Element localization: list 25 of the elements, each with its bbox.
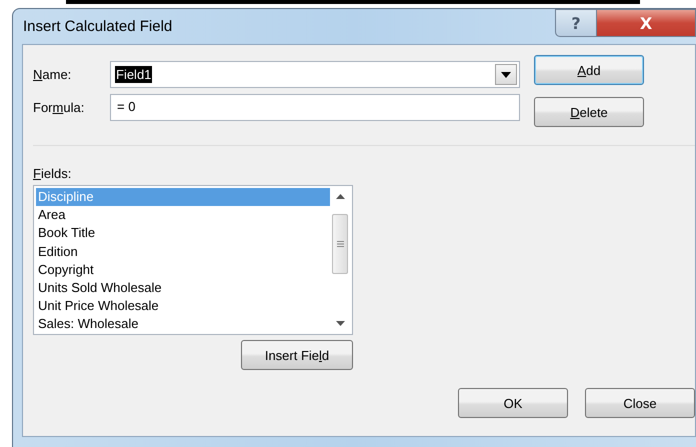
scroll-down-icon[interactable] <box>336 321 344 326</box>
fields-list[interactable]: Discipline Area Book Title Edition Copyright Units Sold Wholesale Unit Price Wholesale Sales: Wholesale <box>33 185 353 335</box>
field-item[interactable]: Book Title <box>36 224 330 243</box>
name-combo-box[interactable]: Field1 <box>110 61 520 88</box>
ok-button[interactable]: OK <box>458 388 568 418</box>
field-item[interactable]: Copyright <box>36 260 330 279</box>
window-close-button[interactable]: X <box>597 9 696 37</box>
name-label: Name: <box>33 67 72 82</box>
name-value: Field1 <box>115 66 152 83</box>
scroll-up-icon[interactable] <box>336 194 344 199</box>
field-item[interactable]: Edition <box>36 242 330 261</box>
window-title: Insert Calculated Field <box>23 18 172 35</box>
help-button[interactable]: ? <box>555 9 597 37</box>
field-item[interactable]: Unit Price Wholesale <box>36 297 330 316</box>
insert-field-button[interactable]: Insert Field <box>241 340 353 370</box>
formula-label: Formula: <box>33 100 86 115</box>
close-dialog-button[interactable]: Close <box>585 388 695 418</box>
field-item[interactable]: Area <box>36 206 330 224</box>
field-item[interactable]: Units Sold Wholesale <box>36 278 330 298</box>
formula-field[interactable]: = 0 <box>110 94 520 121</box>
fields-label: Fields: <box>33 166 72 181</box>
add-button[interactable]: Add <box>534 55 644 85</box>
delete-button[interactable]: Delete <box>534 97 644 127</box>
field-item[interactable]: Sales: Wholesale <box>36 315 330 334</box>
scroll-thumb[interactable] <box>332 214 348 274</box>
